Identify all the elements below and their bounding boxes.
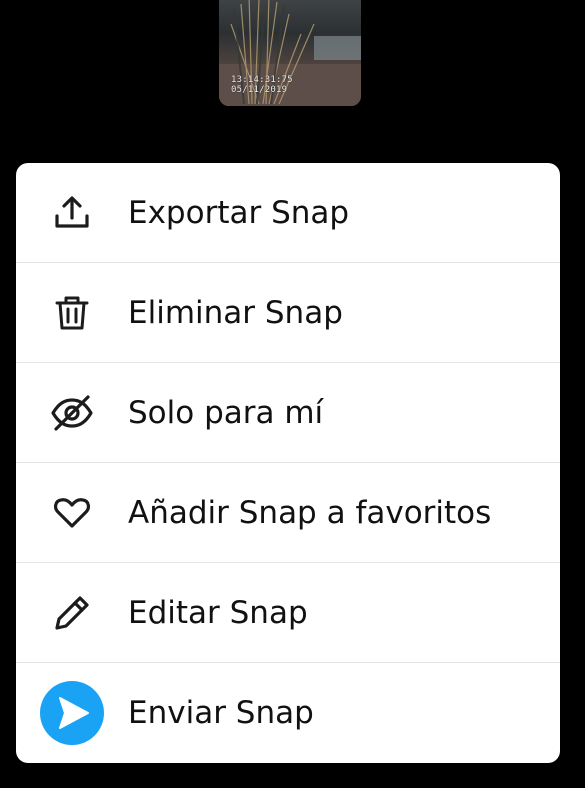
timestamp-time: 13:14:31:75: [231, 75, 293, 85]
delete-snap-label: Eliminar Snap: [128, 294, 343, 331]
send-icon: [40, 681, 104, 745]
heart-icon: [40, 481, 104, 545]
export-icon: [40, 181, 104, 245]
send-snap-label: Enviar Snap: [128, 695, 314, 731]
timestamp-date: 05/11/2019: [231, 85, 288, 95]
delete-snap-item[interactable]: Eliminar Snap: [16, 263, 560, 363]
export-snap-label: Exportar Snap: [128, 194, 350, 231]
action-sheet: Exportar Snap Eliminar Snap Solo para mí…: [16, 163, 560, 763]
send-snap-item[interactable]: Enviar Snap: [16, 663, 560, 763]
eye-slash-icon: [40, 381, 104, 445]
snap-thumbnail[interactable]: 13:14:31:75 05/11/2019: [219, 0, 361, 106]
trash-icon: [40, 281, 104, 345]
export-snap-item[interactable]: Exportar Snap: [16, 163, 560, 263]
add-favorite-label: Añadir Snap a favoritos: [128, 494, 492, 531]
add-favorite-item[interactable]: Añadir Snap a favoritos: [16, 463, 560, 563]
only-for-me-label: Solo para mí: [128, 394, 324, 431]
pencil-icon: [40, 581, 104, 645]
edit-snap-label: Editar Snap: [128, 594, 308, 631]
screen: 13:14:31:75 05/11/2019 Exportar Snap Eli…: [0, 0, 585, 788]
edit-snap-item[interactable]: Editar Snap: [16, 563, 560, 663]
only-for-me-item[interactable]: Solo para mí: [16, 363, 560, 463]
